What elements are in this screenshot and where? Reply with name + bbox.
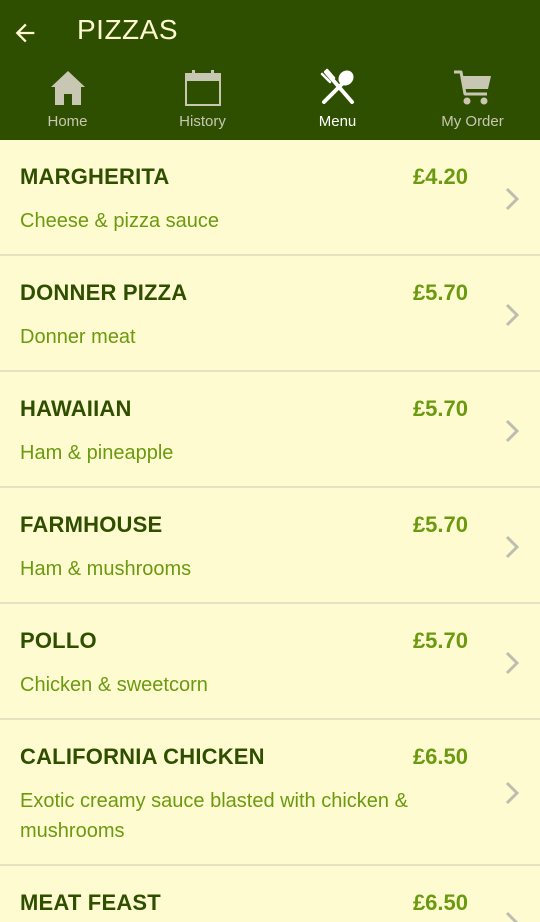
item-description: Ham & mushrooms (20, 558, 192, 580)
tab-my-order[interactable]: My Order (405, 68, 540, 140)
item-price: £4.20 (412, 164, 468, 189)
tab-home[interactable]: Home (0, 68, 135, 140)
item-price: £6.50 (412, 890, 468, 915)
tab-bar: Home History Menu My Order (0, 68, 540, 140)
item-description: Cheese & pizza sauce (20, 210, 220, 232)
item-name: HAWAIIAN (20, 396, 132, 421)
item-name: POLLO (20, 628, 97, 653)
tab-my-order-label: My Order (441, 113, 504, 130)
cart-icon (453, 68, 493, 108)
menu-item[interactable]: FARMHOUSE £5.70 Ham & mushrooms (0, 488, 540, 604)
fork-spoon-icon (318, 68, 358, 108)
tab-menu-label: Menu (318, 113, 357, 130)
calendar-icon (183, 68, 223, 108)
item-price: £6.50 (412, 744, 468, 769)
item-description: Exotic creamy sauce blasted with chicken… (20, 790, 408, 842)
tab-history[interactable]: History (135, 68, 270, 140)
menu-item[interactable]: MEAT FEAST £6.50 (0, 866, 540, 922)
menu-item[interactable]: CALIFORNIA CHICKEN £6.50 Exotic creamy s… (0, 720, 540, 866)
arrow-left-icon (15, 23, 35, 43)
chevron-right-icon (505, 911, 519, 922)
menu-item[interactable]: HAWAIIAN £5.70 Ham & pineapple (0, 372, 540, 488)
item-name: FARMHOUSE (20, 512, 163, 537)
item-name: CALIFORNIA CHICKEN (20, 744, 265, 769)
home-icon (48, 68, 88, 108)
chevron-right-icon (505, 535, 520, 559)
page-title: PIZZAS (77, 14, 179, 45)
item-price: £5.70 (412, 280, 468, 305)
menu-item[interactable]: MARGHERITA £4.20 Cheese & pizza sauce (0, 140, 540, 256)
item-name: MARGHERITA (20, 164, 170, 189)
item-name: DONNER PIZZA (20, 280, 188, 305)
menu-item[interactable]: POLLO £5.70 Chicken & sweetcorn (0, 604, 540, 720)
item-description: Chicken & sweetcorn (20, 674, 208, 696)
menu-item[interactable]: DONNER PIZZA £5.70 Donner meat (0, 256, 540, 372)
chevron-right-icon (505, 303, 520, 327)
chevron-right-icon (505, 781, 520, 805)
item-price: £5.70 (412, 396, 468, 421)
item-description: Ham & pineapple (20, 442, 174, 464)
item-description: Donner meat (20, 326, 136, 348)
item-price: £5.70 (412, 628, 468, 653)
tab-menu[interactable]: Menu (270, 68, 405, 140)
tab-home-label: Home (47, 113, 88, 130)
chevron-right-icon (505, 419, 520, 443)
menu-list: MARGHERITA £4.20 Cheese & pizza sauce DO… (0, 140, 540, 922)
chevron-right-icon (505, 651, 520, 675)
chevron-right-icon (505, 187, 520, 211)
back-button[interactable] (8, 16, 42, 50)
item-name: MEAT FEAST (20, 890, 161, 915)
app-header: PIZZAS Home History Menu My Order (0, 0, 540, 140)
item-price: £5.70 (412, 512, 468, 537)
tab-history-label: History (179, 113, 226, 130)
